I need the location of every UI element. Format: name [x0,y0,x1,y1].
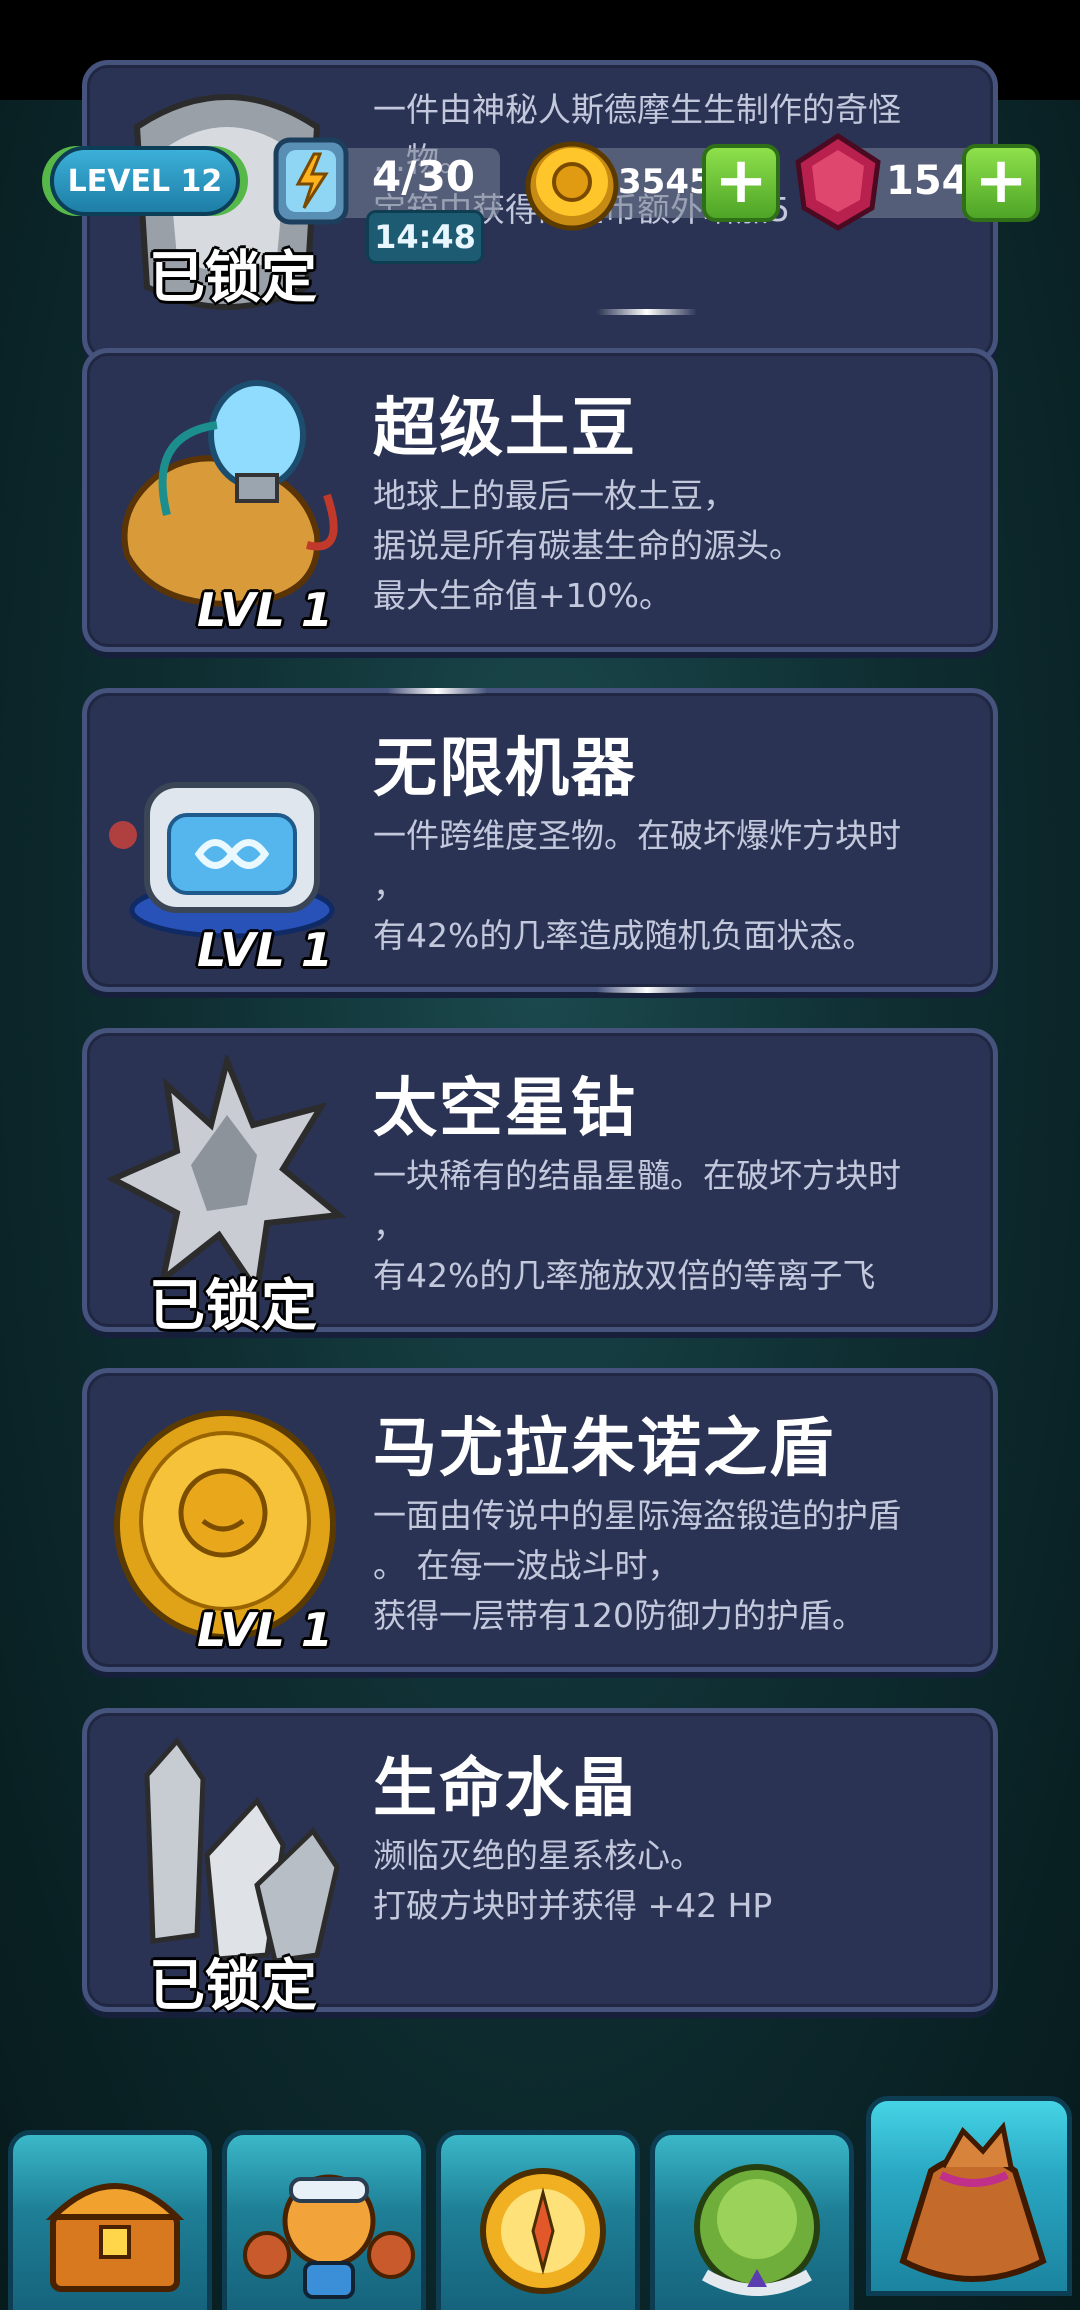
artifact-card-space-diamond[interactable]: 已锁定 太空星钻 一块稀有的结晶星髓。在破坏方块时 ， 有42%的几率施放双倍的… [82,1028,998,1339]
add-gems-button[interactable]: + [962,144,1040,222]
gem-icon [786,130,890,234]
bottom-nav [0,2090,1080,2310]
locked-label: 已锁定 [149,1274,317,1339]
nav-helmet-button[interactable] [650,2130,854,2310]
chest-icon [45,2183,185,2292]
energy-count: 4/30 [372,152,476,201]
hero-icon [243,2174,415,2299]
border-shine [597,987,697,993]
card-title: 无限机器 [373,732,637,806]
border-shine [387,688,487,694]
artifact-card-shield[interactable]: LVL 1 马尤拉朱诺之盾 一面由传说中的星际海盗锻造的护盾 。 在每一波战斗时… [82,1368,998,1672]
nav-compass-button[interactable] [436,2130,640,2310]
locked-label: 已锁定 [149,1954,317,2019]
card-title: 生命水晶 [373,1752,637,1826]
card-title: 太空星钻 [373,1072,637,1146]
level-label: LEVEL 12 [67,163,223,199]
coin-icon [522,136,622,232]
card-description: 一块稀有的结晶星髓。在破坏方块时 ， 有42%的几率施放双倍的等离子飞 [373,1156,901,1295]
level-badge[interactable]: LEVEL 12 [50,146,240,216]
add-coins-button[interactable]: + [702,144,780,222]
helmet-icon [694,2164,820,2296]
loot-bag-icon [899,2121,1047,2282]
card-title: 马尤拉朱诺之盾 [373,1412,835,1486]
level-label: LVL 1 [197,583,333,637]
nav-loot-bag-button[interactable] [866,2096,1072,2296]
card-description: 一面由传说中的星际海盗锻造的护盾 。 在每一波战斗时， 获得一层带有120防御力… [373,1496,901,1635]
energy-icon[interactable] [268,130,354,230]
nav-chest-button[interactable] [8,2130,212,2310]
level-label: LVL 1 [197,923,333,977]
border-shine [597,309,697,315]
level-label: LVL 1 [197,1603,333,1657]
card-description: 地球上的最后一枚土豆， 据说是所有碳基生命的源头。 最大生命值+10%。 [373,476,802,615]
compass-icon [480,2168,606,2294]
artifact-card-infinite-machine[interactable]: LVL 1 无限机器 一件跨维度圣物。在破坏爆炸方块时 ， 有42%的几率造成随… [82,688,998,993]
card-description: 濒临灭绝的星系核心。 打破方块时并获得 +42 HP [373,1836,773,1925]
artifact-card-life-crystal[interactable]: 已锁定 生命水晶 濒临灭绝的星系核心。 打破方块时并获得 +42 HP [82,1708,998,2019]
top-hud: LEVEL 12 4/30 14:48 35455 + 1543 + [0,100,1080,270]
card-title: 超级土豆 [373,392,637,466]
nav-hero-button[interactable] [222,2130,426,2310]
energy-timer: 14:48 [366,210,484,264]
artifact-card-potato[interactable]: LVL 1 超级土豆 地球上的最后一枚土豆， 据说是所有碳基生命的源头。 最大生… [82,348,998,652]
card-description: 一件跨维度圣物。在破坏爆炸方块时 ， 有42%的几率造成随机负面状态。 [373,816,901,955]
